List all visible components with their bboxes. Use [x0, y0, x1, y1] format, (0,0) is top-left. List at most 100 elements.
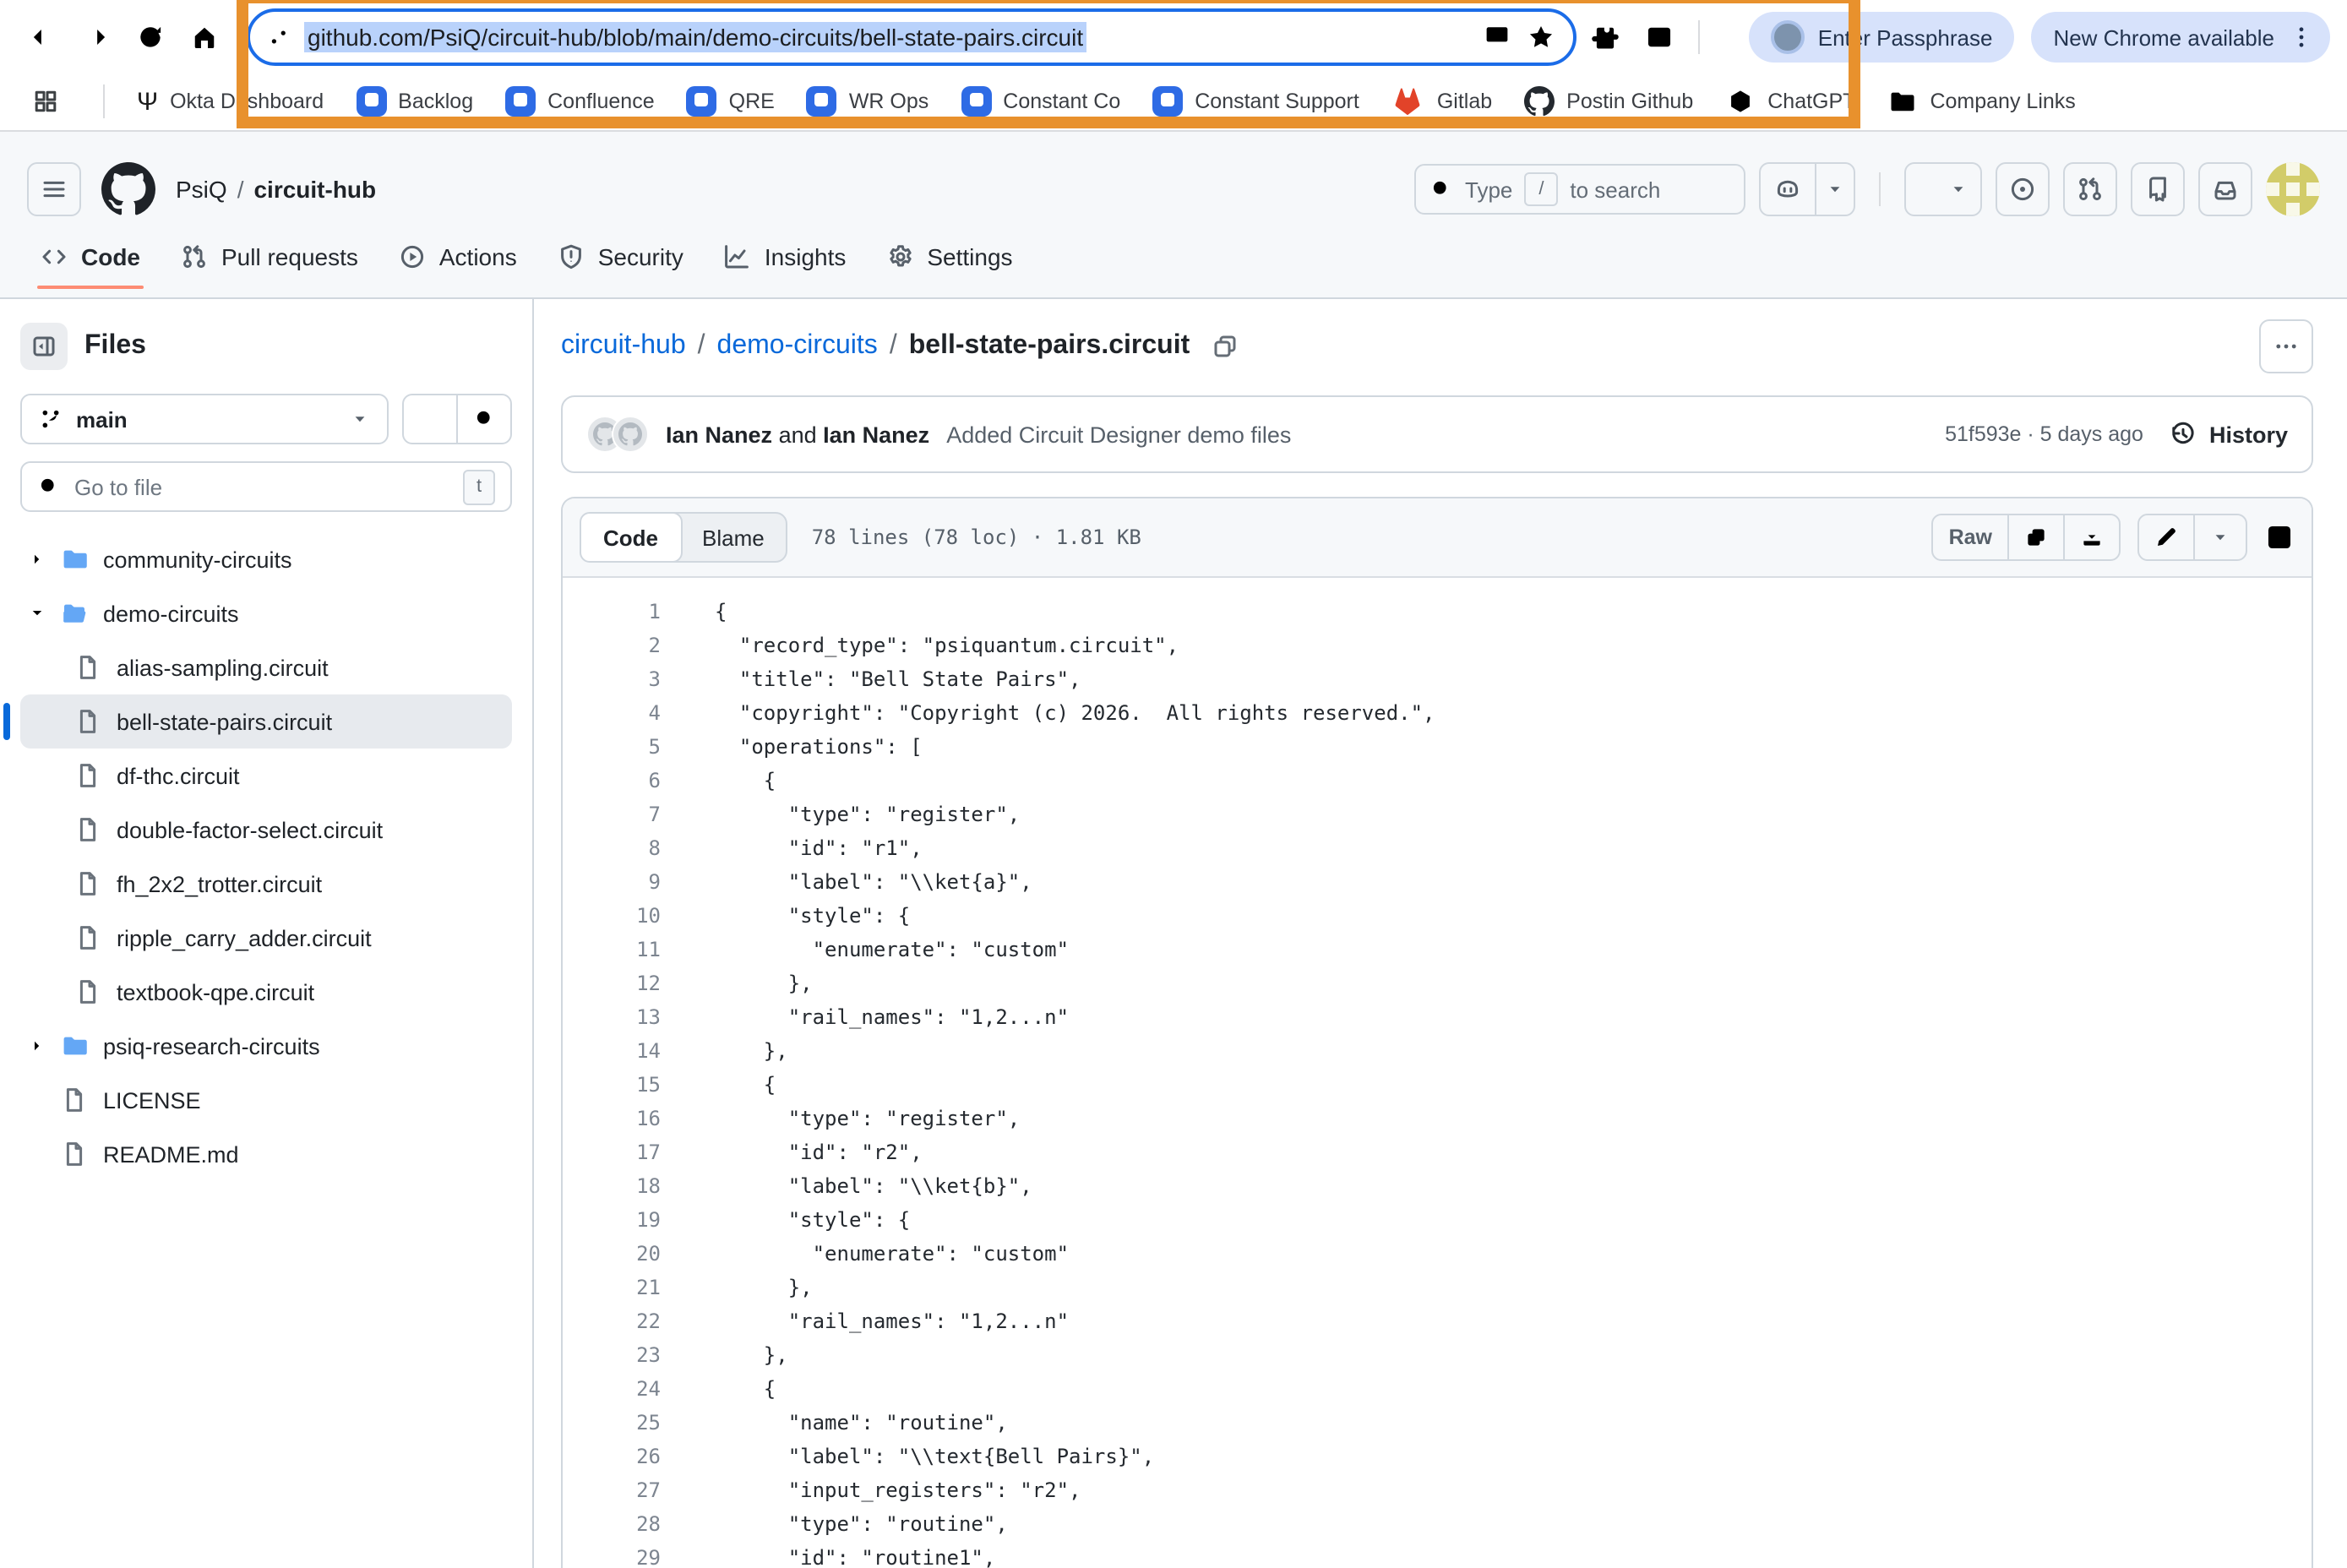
line-number[interactable]: 13 [563, 1000, 691, 1034]
line-number[interactable]: 17 [563, 1135, 691, 1169]
line-number[interactable]: 11 [563, 933, 691, 966]
code-line[interactable]: 26 "label": "\\text{Bell Pairs}", [563, 1440, 2312, 1473]
line-number[interactable]: 4 [563, 696, 691, 730]
line-number[interactable]: 21 [563, 1271, 691, 1304]
tree-item-readme[interactable]: README.md [20, 1127, 512, 1181]
copilot-button[interactable] [1759, 162, 1855, 216]
file-more-options-button[interactable] [2259, 319, 2313, 373]
tab-settings[interactable]: Settings [873, 233, 1026, 297]
chevron-right-icon[interactable] [24, 1036, 51, 1056]
bookmark-okta[interactable]: ΨOkta Dashboard [137, 87, 324, 116]
line-number[interactable]: 3 [563, 662, 691, 696]
code-line[interactable]: 3 "title": "Bell State Pairs", [563, 662, 2312, 696]
line-number[interactable]: 25 [563, 1406, 691, 1440]
profile-passphrase-chip[interactable]: Enter Passphrase [1749, 12, 2015, 63]
code-line[interactable]: 29 "id": "routine1", [563, 1541, 2312, 1568]
tree-item-double-factor-select[interactable]: double-factor-select.circuit [20, 803, 512, 857]
tree-item-community-circuits[interactable]: community-circuits [20, 532, 512, 586]
commit-authors[interactable]: Ian Nanez and Ian Nanez [666, 422, 929, 447]
commit-message[interactable]: Added Circuit Designer demo files [946, 422, 1291, 447]
chevron-right-icon[interactable] [24, 549, 51, 569]
history-button[interactable]: History [2170, 421, 2288, 448]
line-number[interactable]: 16 [563, 1102, 691, 1135]
code-line[interactable]: 7 "type": "register", [563, 798, 2312, 831]
bookmark-folder-company-links[interactable]: Company Links [1887, 86, 2075, 117]
copy-path-icon[interactable] [1212, 333, 1239, 360]
user-avatar[interactable] [2266, 162, 2320, 216]
collapse-file-tree-button[interactable] [20, 323, 68, 370]
commit-sha-time[interactable]: 51f593e · 5 days ago [1945, 422, 2143, 446]
code-line[interactable]: 14 }, [563, 1034, 2312, 1068]
line-number[interactable]: 7 [563, 798, 691, 831]
tree-item-demo-circuits[interactable]: demo-circuits [20, 586, 512, 640]
raw-button[interactable]: Raw [1934, 515, 2007, 559]
install-icon[interactable] [1482, 22, 1512, 52]
repositories-button[interactable] [2131, 162, 2185, 216]
branch-selector[interactable]: main [20, 394, 389, 444]
tree-item-textbook-qpe[interactable]: textbook-qpe.circuit [20, 965, 512, 1019]
create-new-button[interactable] [1904, 162, 1982, 216]
url-text[interactable]: github.com/PsiQ/circuit-hub/blob/main/de… [304, 22, 1086, 52]
chrome-update-chip[interactable]: New Chrome available [2031, 12, 2330, 63]
tree-item-ripple-carry-adder[interactable]: ripple_carry_adder.circuit [20, 911, 512, 965]
bookmark-constant-support[interactable]: Constant Support [1152, 86, 1359, 117]
line-number[interactable]: 28 [563, 1507, 691, 1541]
code-line[interactable]: 28 "type": "routine", [563, 1507, 2312, 1541]
tab-code[interactable]: Code [27, 233, 154, 297]
code-line[interactable]: 1 { [563, 595, 2312, 629]
code-line[interactable]: 20 "enumerate": "custom" [563, 1237, 2312, 1271]
back-button[interactable] [17, 12, 68, 63]
line-number[interactable]: 12 [563, 966, 691, 1000]
code-line[interactable]: 4 "copyright": "Copyright (c) 2026. All … [563, 696, 2312, 730]
line-number[interactable]: 9 [563, 865, 691, 899]
bookmark-qre[interactable]: QRE [687, 86, 775, 117]
code-line[interactable]: 18 "label": "\\ket{b}", [563, 1169, 2312, 1203]
reload-button[interactable] [125, 12, 176, 63]
home-button[interactable] [179, 12, 230, 63]
line-number[interactable]: 20 [563, 1237, 691, 1271]
code-line[interactable]: 24 { [563, 1372, 2312, 1406]
line-number[interactable]: 29 [563, 1541, 691, 1568]
line-number[interactable]: 19 [563, 1203, 691, 1237]
new-file-button[interactable] [404, 395, 458, 443]
line-number[interactable]: 23 [563, 1338, 691, 1372]
apps-grid-icon[interactable] [20, 76, 71, 127]
bookmark-github[interactable]: Postin Github [1524, 86, 1693, 117]
breadcrumb-repo-link[interactable]: circuit-hub [561, 331, 686, 362]
org-link[interactable]: PsiQ [176, 176, 227, 203]
tree-item-fh-2x2-trotter[interactable]: fh_2x2_trotter.circuit [20, 857, 512, 911]
line-number[interactable]: 15 [563, 1068, 691, 1102]
line-number[interactable]: 26 [563, 1440, 691, 1473]
tree-item-psiq-research-circuits[interactable]: psiq-research-circuits [20, 1019, 512, 1073]
global-nav-menu-button[interactable] [27, 162, 81, 216]
blame-tab[interactable]: Blame [680, 514, 787, 561]
tab-security[interactable]: Security [544, 233, 697, 297]
code-content[interactable]: 1 { 2 "record_type": "psiquantum.circuit… [563, 578, 2312, 1568]
tab-pull-requests[interactable]: Pull requests [167, 233, 372, 297]
issues-button[interactable] [1996, 162, 2050, 216]
bookmark-constant-co[interactable]: Constant Co [961, 86, 1120, 117]
tree-item-bell-state-pairs[interactable]: bell-state-pairs.circuit [20, 694, 512, 749]
bookmark-wr-ops[interactable]: WR Ops [807, 86, 928, 117]
copy-raw-button[interactable] [2007, 515, 2063, 559]
copilot-dropdown[interactable] [1816, 164, 1854, 215]
breadcrumb-dir-link[interactable]: demo-circuits [717, 331, 878, 362]
tab-insights[interactable]: Insights [711, 233, 860, 297]
bookmark-star-icon[interactable] [1526, 22, 1556, 52]
search-tree-button[interactable] [458, 395, 510, 443]
line-number[interactable]: 8 [563, 831, 691, 865]
bookmark-backlog[interactable]: Backlog [356, 86, 473, 117]
code-line[interactable]: 23 }, [563, 1338, 2312, 1372]
code-tab[interactable]: Code [580, 512, 682, 563]
go-to-file-input[interactable]: Go to file t [20, 461, 512, 512]
code-line[interactable]: 19 "style": { [563, 1203, 2312, 1237]
bookmark-confluence[interactable]: Confluence [505, 86, 655, 117]
code-line[interactable]: 17 "id": "r2", [563, 1135, 2312, 1169]
code-line[interactable]: 12 }, [563, 966, 2312, 1000]
code-line[interactable]: 5 "operations": [ [563, 730, 2312, 764]
code-line[interactable]: 16 "type": "register", [563, 1102, 2312, 1135]
code-line[interactable]: 25 "name": "routine", [563, 1406, 2312, 1440]
line-number[interactable]: 22 [563, 1304, 691, 1338]
symbols-panel-button[interactable] [2264, 522, 2295, 553]
commit-avatars[interactable] [586, 416, 649, 453]
